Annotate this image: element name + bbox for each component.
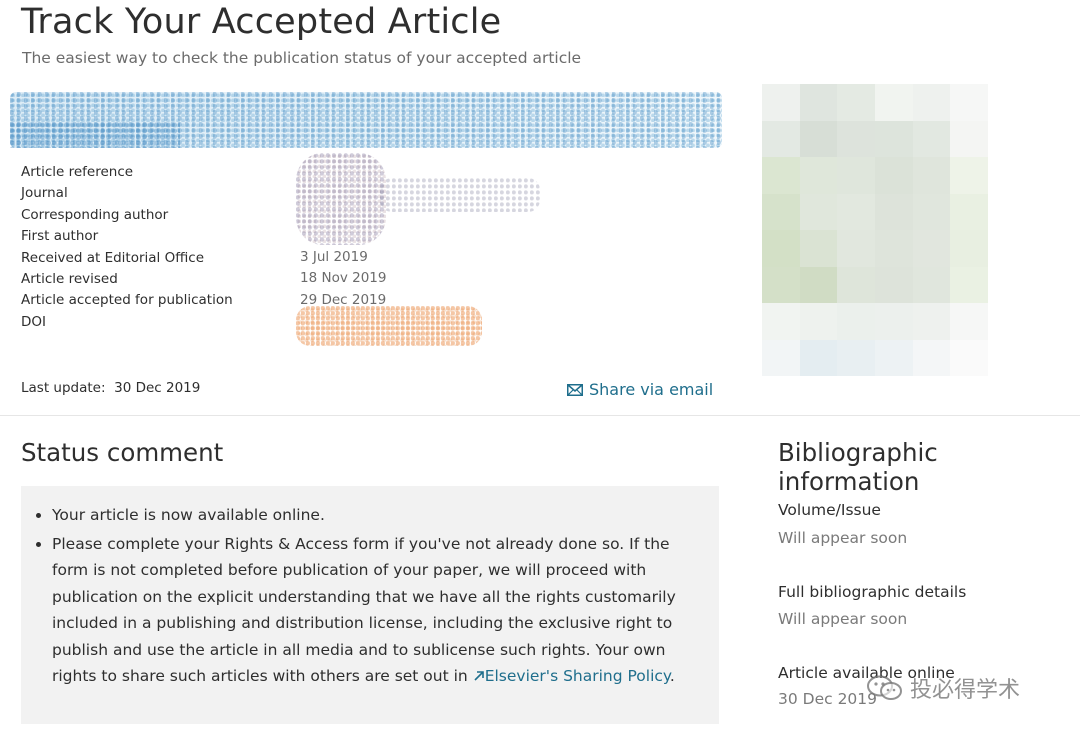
meta-label-accepted: Article accepted for publication [21, 292, 233, 309]
status-item: Please complete your Rights & Access for… [52, 531, 697, 690]
sharing-policy-label: Elsevier's Sharing Policy [484, 667, 670, 685]
meta-label-doi: DOI [21, 313, 47, 330]
meta-value-received: 3 Jul 2019 [300, 249, 368, 265]
external-link-arrow-icon [474, 671, 484, 681]
meta-value-revised: 18 Nov 2019 [300, 270, 387, 287]
meta-label-first-author: First author [21, 228, 99, 245]
redacted-meta-values [296, 153, 386, 245]
wechat-icon [867, 675, 902, 700]
meta-label-journal: Journal [21, 185, 68, 202]
redacted-doi-link[interactable] [296, 306, 482, 346]
meta-label-received: Received at Editorial Office [21, 249, 204, 266]
volume-issue-value: Will appear soon [778, 529, 908, 547]
volume-issue-label: Volume/Issue [778, 501, 881, 519]
bibliographic-heading: Bibliographic information [778, 438, 938, 496]
article-meta-labels: Article reference Journal Corresponding … [21, 162, 233, 333]
share-via-email-link[interactable]: Share via email [567, 380, 713, 399]
section-divider [0, 415, 1080, 416]
watermark: 投必得学术 [866, 672, 1020, 704]
envelope-icon [567, 383, 583, 396]
status-comment-list: Your article is now available online. Pl… [35, 502, 697, 690]
status-comment-box: Your article is now available online. Pl… [21, 486, 719, 724]
sharing-policy-link[interactable]: Elsevier's Sharing Policy [473, 667, 670, 685]
redacted-article-title [10, 92, 722, 148]
redacted-journal-value [380, 178, 540, 212]
status-item-text: Please complete your Rights & Access for… [52, 534, 676, 686]
page-title: Track Your Accepted Article [21, 2, 502, 42]
last-update: Last update: 30 Dec 2019 [21, 380, 200, 396]
status-item: Your article is now available online. [52, 502, 697, 529]
article-meta-values: 3 Jul 2019 18 Nov 2019 29 Dec 2019 [300, 247, 386, 311]
share-via-email-label: Share via email [589, 380, 714, 399]
meta-label-corresponding-author: Corresponding author [21, 206, 169, 223]
page-subtitle: The easiest way to check the publication… [22, 49, 582, 67]
meta-label-revised: Article revised [21, 270, 118, 287]
last-update-value: 30 Dec 2019 [114, 380, 201, 396]
status-comment-heading: Status comment [21, 438, 224, 467]
available-online-value: 30 Dec 2019 [778, 690, 878, 708]
last-update-label: Last update: [21, 380, 106, 396]
status-item-text: Your article is now available online. [52, 506, 325, 524]
watermark-text: 投必得学术 [910, 678, 1021, 703]
status-link-suffix: . [669, 667, 675, 685]
meta-label-article-reference: Article reference [21, 164, 134, 180]
full-details-value: Will appear soon [778, 610, 908, 628]
full-details-label: Full bibliographic details [778, 583, 967, 601]
journal-cover-image [762, 84, 988, 376]
